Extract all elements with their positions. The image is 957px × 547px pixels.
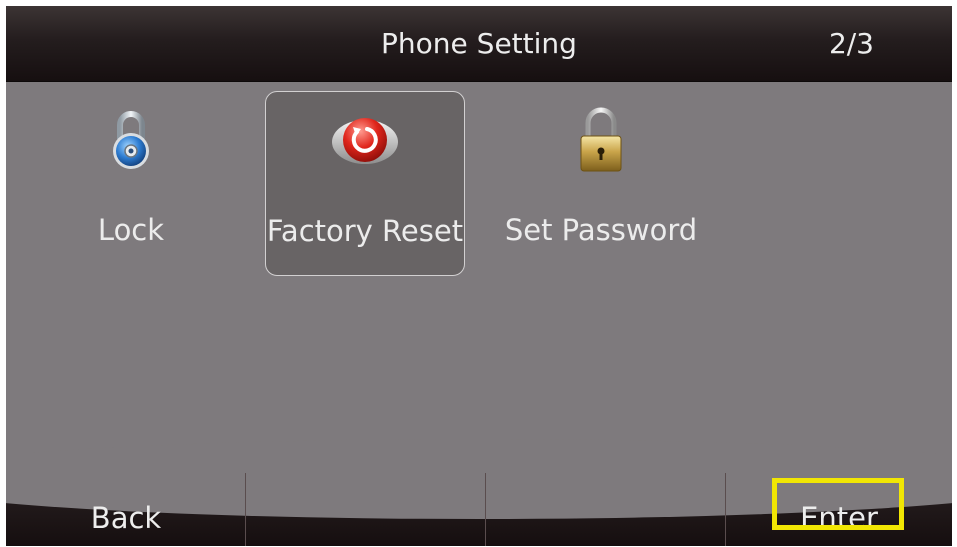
title-bar: Phone Setting 2/3	[6, 6, 952, 82]
softkey-3[interactable]	[486, 473, 726, 546]
reset-icon	[330, 102, 400, 177]
softkey-2[interactable]	[246, 473, 486, 546]
menu-item-label: Factory Reset	[266, 214, 464, 248]
menu-item-lock[interactable]: Lock	[31, 91, 231, 276]
phone-screen: Phone Setting 2/3 Lock Factory Reset Set…	[6, 6, 952, 546]
enter-highlight-box	[772, 478, 904, 530]
menu-item-set-password[interactable]: Set Password	[501, 91, 701, 276]
menu-item-label: Lock	[97, 213, 165, 247]
padlock-blue-icon	[96, 101, 166, 176]
padlock-gold-icon	[566, 101, 636, 176]
page-indicator: 2/3	[828, 27, 874, 60]
menu-item-label: Set Password	[504, 213, 698, 247]
menu-item-factory-reset[interactable]: Factory Reset	[265, 91, 465, 276]
back-softkey[interactable]: Back	[6, 473, 246, 546]
page-title: Phone Setting	[381, 27, 577, 60]
